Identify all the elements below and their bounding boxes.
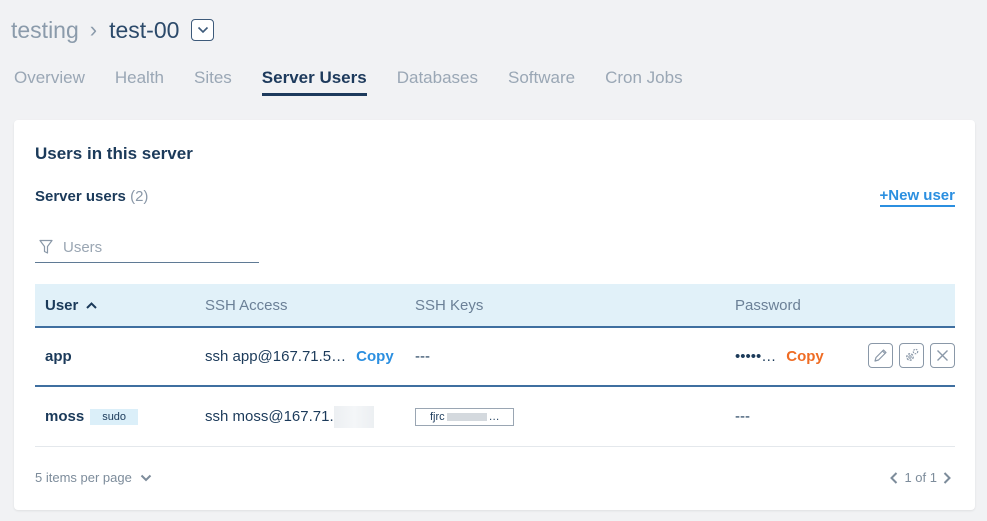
password-masked: •••••… <box>735 348 777 365</box>
tab-software[interactable]: Software <box>508 68 575 96</box>
column-header-user[interactable]: User <box>35 297 195 314</box>
tab-sites[interactable]: Sites <box>194 68 232 96</box>
user-settings-button[interactable] <box>899 343 924 368</box>
redacted-block <box>446 413 487 421</box>
column-header-user-label: User <box>45 296 79 314</box>
tab-bar: Overview Health Sites Server Users Datab… <box>14 68 713 96</box>
ssh-keys-value: --- <box>415 348 430 365</box>
tab-server-users[interactable]: Server Users <box>261 68 367 96</box>
breadcrumb-separator: › <box>89 17 98 42</box>
tab-health[interactable]: Health <box>115 68 164 96</box>
redacted-block <box>333 405 374 428</box>
chevron-down-icon <box>140 474 152 481</box>
password-value: --- <box>735 408 750 425</box>
chevron-down-icon <box>197 26 208 34</box>
table-footer: 5 items per page 1 of 1 <box>35 470 955 485</box>
items-per-page-label: 5 items per page <box>35 470 132 485</box>
chevron-right-icon <box>943 471 951 484</box>
sudo-badge: sudo <box>90 409 139 426</box>
prev-page-button[interactable] <box>890 471 898 484</box>
table-header: User SSH Access SSH Keys Password <box>35 284 955 328</box>
breadcrumb-parent[interactable]: testing <box>11 17 79 44</box>
breadcrumb-current: test-00 <box>109 16 180 43</box>
ssh-key-suffix: … <box>488 411 500 423</box>
users-table: User SSH Access SSH Keys Password app ss… <box>35 284 955 447</box>
server-users-card: Users in this server Server users (2) +N… <box>14 120 975 510</box>
pagination: 1 of 1 <box>890 470 951 485</box>
user-count: (2) <box>130 188 149 205</box>
close-icon <box>937 350 948 361</box>
settings-icon <box>906 348 919 361</box>
delete-user-button[interactable] <box>930 343 955 368</box>
chevron-left-icon <box>890 471 898 484</box>
page-info: 1 of 1 <box>904 470 937 485</box>
ssh-key-chip[interactable]: fjrc … <box>415 408 514 426</box>
new-user-button[interactable]: +New user <box>879 187 955 207</box>
tab-overview[interactable]: Overview <box>14 68 85 96</box>
table-row: app ssh app@167.71.5… Copy --- •••••… Copy <box>35 328 955 387</box>
tab-databases[interactable]: Databases <box>397 68 478 96</box>
copy-ssh-button[interactable]: Copy <box>356 348 394 365</box>
table-row: moss sudo ssh moss@167.71. fjrc … --- <box>35 387 955 447</box>
column-header-ssh-keys: SSH Keys <box>415 296 484 314</box>
edit-icon <box>874 349 887 362</box>
section-label-text: Server users <box>35 188 126 205</box>
user-filter-input[interactable] <box>61 237 245 257</box>
user-filter <box>35 232 259 263</box>
column-header-ssh-access: SSH Access <box>205 296 288 314</box>
next-page-button[interactable] <box>943 471 951 484</box>
column-header-password: Password <box>735 296 801 314</box>
filter-icon <box>39 239 53 255</box>
breadcrumb: testing › test-00 <box>11 14 215 46</box>
row-actions <box>862 343 955 368</box>
section-label: Server users (2) <box>35 188 148 205</box>
user-name: app <box>45 348 72 365</box>
items-per-page-select[interactable]: 5 items per page <box>35 470 152 485</box>
server-switcher-button[interactable] <box>191 19 215 41</box>
user-name: moss <box>45 407 85 425</box>
copy-password-button[interactable]: Copy <box>786 348 824 365</box>
sort-ascending-icon <box>86 301 98 309</box>
ssh-command: ssh moss@167.71. <box>205 407 334 425</box>
ssh-command: ssh app@167.71.5… <box>205 348 347 365</box>
edit-user-button[interactable] <box>868 343 893 368</box>
card-title: Users in this server <box>35 144 193 163</box>
tab-cron-jobs[interactable]: Cron Jobs <box>605 68 682 96</box>
ssh-key-prefix: fjrc <box>430 411 445 423</box>
